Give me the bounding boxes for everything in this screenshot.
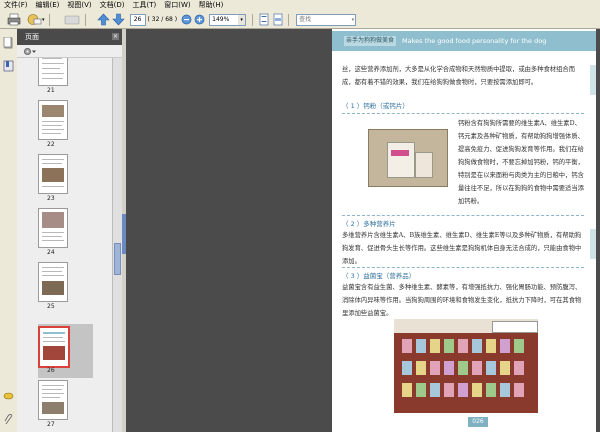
- scrollbar-thumb[interactable]: [114, 243, 121, 275]
- thumbnails-scrollbar[interactable]: [112, 58, 122, 432]
- menu-document[interactable]: 文档(D): [96, 0, 129, 11]
- bookmarks-icon[interactable]: [3, 60, 14, 72]
- calcium-product-photo: [368, 129, 448, 187]
- zoom-value: 149%: [212, 16, 230, 23]
- zoom-in-icon: [194, 14, 205, 25]
- paragraph-calcium: 钙粉含有狗狗所需要的维生素A、维生素D、钙元素及各种矿物质，有帮助狗狗增强体质、…: [458, 120, 584, 205]
- pages-panel-header: 页面 ×: [17, 29, 122, 45]
- thumbnail-page[interactable]: [38, 380, 68, 420]
- thumbnail-page[interactable]: [38, 100, 68, 140]
- pages-icon[interactable]: [3, 37, 14, 49]
- subheading-probiotics: （ 3 ）益菌宝（营养品）: [342, 272, 416, 280]
- header-english-title: Makes the good food personality for the …: [402, 37, 547, 45]
- chevron-down-icon[interactable]: ▾: [352, 15, 356, 25]
- comments-button[interactable]: [63, 13, 81, 27]
- toolbar: ▾ 26 ( 32 / 68 ) 149% ▾ 查找 ▾: [0, 11, 600, 29]
- divider: [342, 267, 584, 268]
- divider: [342, 215, 584, 216]
- zoom-in-button[interactable]: [194, 13, 205, 27]
- panel-options: [17, 45, 122, 58]
- thumbnail-page[interactable]: [38, 154, 68, 194]
- page-header-banner: 亲手为狗狗做美食 Makes the good food personality…: [332, 31, 596, 51]
- divider: [342, 113, 584, 114]
- thumbnail-page-selected[interactable]: [38, 326, 70, 368]
- menu-edit[interactable]: 编辑(E): [32, 0, 64, 11]
- next-page-button[interactable]: [111, 13, 125, 27]
- attachments-icon[interactable]: [3, 390, 14, 402]
- paragraph-probiotics: 益菌宝含有益生菌、多种维生素、酵素等，有增强抵抗力、强化胃肠功能、预防腹泻、消除…: [342, 284, 582, 317]
- subheading-calcium: （ 1 ）钙粉（或钙片）: [342, 102, 409, 110]
- pages-panel-title: 页面: [25, 33, 39, 41]
- menu-file[interactable]: 文件(F): [0, 0, 32, 11]
- close-icon[interactable]: ×: [112, 33, 119, 40]
- thumbnail-label: 23: [47, 195, 55, 202]
- thumbnail-page[interactable]: [38, 262, 68, 302]
- chevron-down-icon[interactable]: ▾: [238, 14, 246, 25]
- thumbnail-page[interactable]: [38, 208, 68, 248]
- toolbar-separator: [48, 13, 50, 26]
- menu-window[interactable]: 窗口(W): [160, 0, 194, 11]
- paragraph-multivitamin: 多维营养片含维生素A、B族维生素、维生素D、维生素E等以及多种矿物质，有帮助狗狗…: [342, 232, 582, 265]
- thumbnail-label: 22: [47, 141, 55, 148]
- toolbar-separator: [84, 13, 86, 26]
- options-gear-icon[interactable]: [23, 47, 37, 56]
- menu-help[interactable]: 帮助(H): [195, 0, 228, 11]
- zoom-out-button[interactable]: [181, 13, 192, 27]
- side-tab: [590, 229, 596, 259]
- toolbar-separator: [288, 13, 290, 26]
- arrow-up-icon: [96, 13, 110, 26]
- page-number-input[interactable]: 26: [129, 13, 146, 26]
- document-view[interactable]: 亲手为狗狗做美食 Makes the good food personality…: [126, 29, 600, 432]
- chevron-down-icon: ▾: [42, 16, 45, 23]
- paperclip-icon[interactable]: [3, 414, 14, 426]
- fit-page-button[interactable]: [258, 13, 270, 27]
- arrow-down-icon: [111, 13, 125, 26]
- subheading-multivitamin: （ 2 ）多种营养片: [342, 220, 396, 228]
- thumbnail-label: 25: [47, 303, 55, 310]
- menu-view[interactable]: 视图(V): [63, 0, 95, 11]
- thumbnail-label: 21: [47, 87, 55, 94]
- printer-icon: [7, 13, 21, 26]
- side-tab: [590, 65, 596, 95]
- pet-store-photo: [394, 319, 538, 413]
- search-input[interactable]: 查找 ▾: [296, 13, 357, 26]
- navigation-strip: [0, 29, 18, 432]
- comment-icon: [64, 15, 79, 24]
- page-thumbnails: 21 22 23 24 25 26 27: [17, 58, 112, 432]
- menu-tools[interactable]: 工具(T): [129, 0, 161, 11]
- zoom-out-icon: [181, 14, 192, 25]
- page-number: 026: [468, 417, 488, 427]
- search-placeholder: 查找: [299, 15, 312, 23]
- previous-page-button[interactable]: [96, 13, 110, 27]
- fit-page-icon: [259, 13, 269, 26]
- thumbnail-label: 27: [47, 421, 55, 428]
- thumbnail-page[interactable]: [38, 58, 68, 86]
- thumbnail-label: 26: [47, 367, 55, 374]
- email-globe-icon: [27, 14, 42, 25]
- page-count: ( 32 / 68 ): [147, 16, 178, 23]
- print-button[interactable]: [6, 13, 22, 27]
- zoom-select[interactable]: 149% ▾: [209, 13, 247, 26]
- menu-bar: 文件(F) 编辑(E) 视图(V) 文档(D) 工具(T) 窗口(W) 帮助(H…: [0, 0, 600, 11]
- toolbar-separator: [252, 13, 254, 26]
- email-button[interactable]: ▾: [26, 13, 45, 27]
- pages-panel: 页面 × 21 22 23 24 25 26 27: [17, 29, 122, 432]
- document-page: 亲手为狗狗做美食 Makes the good food personality…: [332, 29, 596, 432]
- thumbnail-label: 24: [47, 249, 55, 256]
- header-chinese-title: 亲手为狗狗做美食: [344, 36, 396, 46]
- paragraph-intro: 丝，这些营养添加剂，大多是从化学合成物和天然物质中提取，或由多种食材组合而成，都…: [342, 66, 575, 86]
- fit-width-icon: [273, 13, 283, 26]
- fit-width-button[interactable]: [272, 13, 284, 27]
